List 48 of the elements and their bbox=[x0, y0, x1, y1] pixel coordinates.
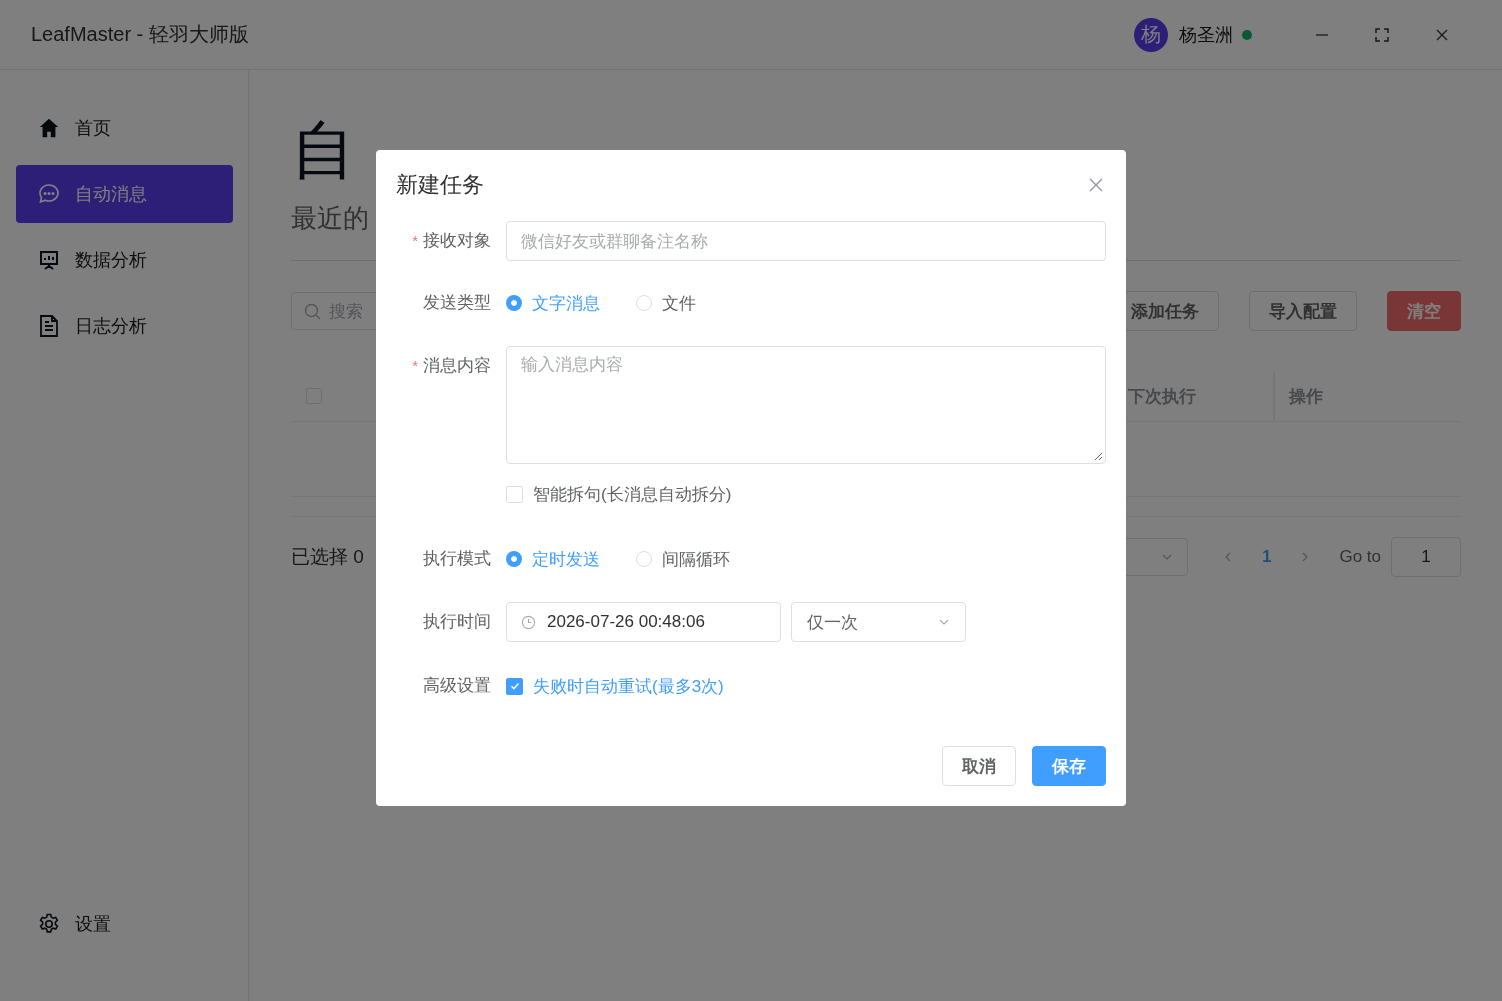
repeat-select[interactable]: 仅一次 bbox=[791, 602, 966, 642]
page-number[interactable]: 1 bbox=[1261, 547, 1272, 567]
field-label: 执行模式 bbox=[423, 549, 491, 568]
toolbar-button[interactable]: 导入配置 bbox=[1249, 291, 1357, 331]
field-label: 消息内容 bbox=[423, 356, 491, 375]
field-label: 发送类型 bbox=[423, 293, 491, 312]
goto-page-field[interactable]: 1 bbox=[1391, 537, 1461, 577]
message-field[interactable]: 输入消息内容 bbox=[506, 346, 1106, 464]
checkbox[interactable] bbox=[506, 677, 523, 695]
sidebar-item[interactable]: 日志分析 bbox=[16, 297, 233, 355]
home-icon bbox=[37, 117, 61, 139]
close-icon[interactable] bbox=[1089, 178, 1103, 192]
user-name: 杨圣洲 bbox=[1179, 23, 1233, 47]
maximize-icon[interactable] bbox=[1374, 26, 1390, 43]
user-avatar[interactable]: 杨 bbox=[1134, 17, 1168, 52]
page-subtitle: 最近的 bbox=[291, 202, 369, 235]
clear-button[interactable]: 清空 bbox=[1387, 291, 1461, 331]
field-label: 高级设置 bbox=[423, 676, 491, 695]
chat-bubble-icon bbox=[37, 182, 61, 206]
goto-label: Go to bbox=[1339, 547, 1381, 567]
recipient-field[interactable]: 微信好友或群聊备注名称 bbox=[506, 221, 1106, 261]
dialog-title: 新建任务 bbox=[396, 171, 484, 199]
radio-option[interactable]: 文字消息 bbox=[506, 291, 600, 315]
search-icon bbox=[304, 302, 321, 320]
window-title: LeafMaster - 轻羽大师版 bbox=[31, 22, 250, 47]
resize-handle-icon[interactable] bbox=[1094, 452, 1103, 461]
sidebar-item[interactable]: 设置 bbox=[16, 895, 233, 953]
sidebar-item[interactable]: 首页 bbox=[16, 99, 233, 157]
settings-icon bbox=[37, 912, 61, 936]
radio-option[interactable]: 文件 bbox=[636, 291, 696, 315]
radio-option[interactable]: 间隔循环 bbox=[636, 547, 730, 571]
clock-icon bbox=[521, 614, 536, 630]
page-title: 自 bbox=[291, 113, 355, 188]
checkbox-label: 失败时自动重试(最多3次) bbox=[533, 675, 724, 698]
document-icon bbox=[37, 314, 61, 338]
cancel-button[interactable]: 取消 bbox=[942, 746, 1016, 786]
radio-option[interactable]: 定时发送 bbox=[506, 547, 600, 571]
field-label: 接收对象 bbox=[423, 231, 491, 250]
selection-summary: 已选择 0 bbox=[291, 545, 364, 569]
field-label: 执行时间 bbox=[423, 612, 491, 631]
checkbox-label: 智能拆句(长消息自动拆分) bbox=[533, 483, 732, 506]
required-mark: * bbox=[412, 233, 418, 249]
save-button[interactable]: 保存 bbox=[1032, 746, 1106, 786]
sidebar-item[interactable]: 数据分析 bbox=[16, 231, 233, 289]
sidebar-item[interactable]: 自动消息 bbox=[16, 165, 233, 223]
required-mark: * bbox=[412, 358, 418, 374]
presentation-board-icon bbox=[37, 248, 61, 272]
datetime-field[interactable]: 2026-07-26 00:48:06 bbox=[506, 602, 781, 642]
